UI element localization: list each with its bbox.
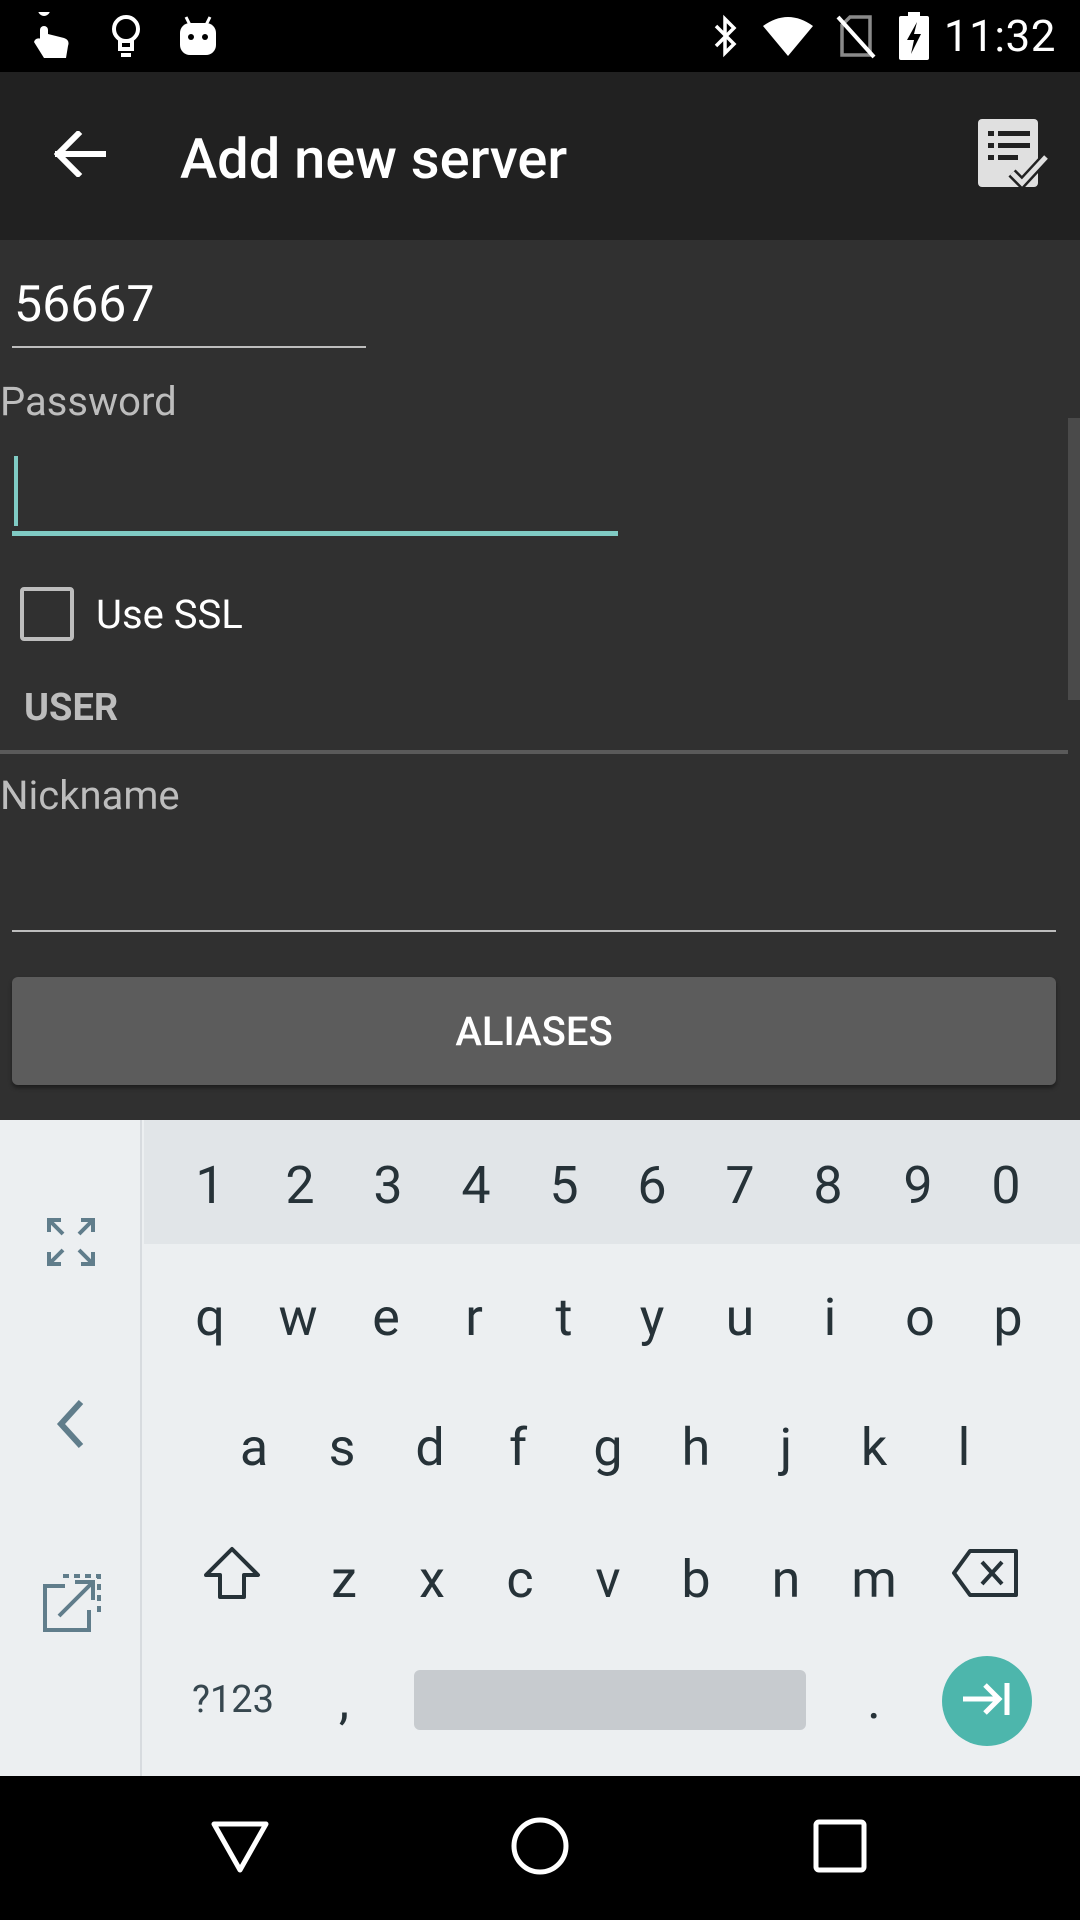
key-v[interactable]: v xyxy=(564,1516,652,1642)
recents-square-icon xyxy=(813,1819,867,1877)
nickname-label: Nickname xyxy=(0,772,180,819)
key-4[interactable]: 4 xyxy=(432,1120,520,1250)
use-ssl-row[interactable]: Use SSL xyxy=(20,584,243,644)
nickname-field[interactable] xyxy=(12,930,1056,932)
nav-home-button[interactable] xyxy=(480,1798,600,1898)
soft-keyboard: 1 2 3 4 5 6 7 8 9 0 q w e r t y u i o p … xyxy=(0,1120,1080,1776)
section-divider xyxy=(0,750,1068,754)
key-b[interactable]: b xyxy=(652,1516,740,1642)
aliases-button[interactable]: ALIASES xyxy=(12,977,1056,1085)
use-ssl-checkbox[interactable] xyxy=(20,587,74,641)
key-h[interactable]: h xyxy=(652,1384,740,1510)
home-circle-icon xyxy=(510,1816,570,1880)
key-r[interactable]: r xyxy=(430,1254,518,1380)
back-button[interactable] xyxy=(40,116,120,196)
password-field-underline xyxy=(12,531,618,536)
nav-back-button[interactable] xyxy=(180,1798,300,1898)
scrollbar[interactable] xyxy=(1068,418,1080,700)
lightbulb-icon xyxy=(106,12,146,60)
key-m[interactable]: m xyxy=(830,1516,918,1642)
key-k[interactable]: k xyxy=(830,1384,918,1510)
key-f[interactable]: f xyxy=(474,1384,562,1510)
key-t[interactable]: t xyxy=(520,1254,608,1380)
key-8[interactable]: 8 xyxy=(784,1120,872,1250)
battery-charging-icon xyxy=(896,12,932,60)
key-n[interactable]: n xyxy=(742,1516,830,1642)
user-section-header: USER xyxy=(24,686,119,730)
bluetooth-icon xyxy=(706,12,746,60)
key-6[interactable]: 6 xyxy=(608,1120,696,1250)
port-field-underline xyxy=(12,346,366,348)
key-d[interactable]: d xyxy=(386,1384,474,1510)
period-key[interactable]: . xyxy=(830,1648,918,1752)
open-external-icon xyxy=(41,1574,101,1638)
key-2[interactable]: 2 xyxy=(256,1120,344,1250)
symbols-key[interactable]: ?123 xyxy=(178,1648,288,1752)
save-button[interactable] xyxy=(970,114,1054,198)
enter-key[interactable] xyxy=(942,1656,1032,1746)
shift-icon xyxy=(202,1545,262,1614)
android-icon xyxy=(176,12,220,60)
password-field[interactable] xyxy=(12,456,618,536)
no-sim-icon xyxy=(834,12,878,60)
key-i[interactable]: i xyxy=(786,1254,874,1380)
key-l[interactable]: l xyxy=(920,1384,1008,1510)
arrow-left-icon xyxy=(53,129,107,181)
status-bar: 11:32 xyxy=(0,0,1080,72)
port-field[interactable]: 56667 xyxy=(14,276,155,334)
key-9[interactable]: 9 xyxy=(874,1120,962,1250)
checklist-save-icon xyxy=(976,117,1050,195)
key-s[interactable]: s xyxy=(298,1384,386,1510)
key-x[interactable]: x xyxy=(388,1516,476,1642)
key-0[interactable]: 0 xyxy=(962,1120,1050,1250)
key-o[interactable]: o xyxy=(876,1254,964,1380)
key-p[interactable]: p xyxy=(964,1254,1052,1380)
key-z[interactable]: z xyxy=(300,1516,388,1642)
key-g[interactable]: g xyxy=(564,1384,652,1510)
status-clock: 11:32 xyxy=(943,10,1056,62)
fullscreen-icon xyxy=(45,1216,97,1272)
text-cursor xyxy=(14,456,18,526)
key-u[interactable]: u xyxy=(696,1254,784,1380)
open-external-key[interactable] xyxy=(0,1556,142,1656)
navigation-bar xyxy=(0,1776,1080,1920)
key-5[interactable]: 5 xyxy=(520,1120,608,1250)
space-key[interactable] xyxy=(414,1670,806,1730)
key-3[interactable]: 3 xyxy=(344,1120,432,1250)
key-j[interactable]: j xyxy=(742,1384,830,1510)
app-bar: Add new server xyxy=(0,72,1080,240)
password-label: Password xyxy=(0,378,177,425)
nav-recents-button[interactable] xyxy=(780,1798,900,1898)
key-y[interactable]: y xyxy=(608,1254,696,1380)
key-7[interactable]: 7 xyxy=(696,1120,784,1250)
back-triangle-icon xyxy=(210,1818,270,1878)
backspace-icon xyxy=(952,1548,1020,1611)
server-form: 56667 Password Use SSL USER Nickname ALI… xyxy=(0,240,1080,1120)
chevron-left-icon xyxy=(55,1398,87,1454)
key-1[interactable]: 1 xyxy=(166,1120,254,1250)
tab-next-icon xyxy=(961,1681,1013,1721)
key-e[interactable]: e xyxy=(342,1254,430,1380)
touch-app-icon xyxy=(28,12,76,60)
fullscreen-key[interactable] xyxy=(0,1194,142,1294)
wifi-icon xyxy=(760,12,816,60)
comma-key[interactable]: , xyxy=(300,1648,388,1752)
key-c[interactable]: c xyxy=(476,1516,564,1642)
key-q[interactable]: q xyxy=(166,1254,254,1380)
page-title: Add new server xyxy=(180,126,568,192)
key-w[interactable]: w xyxy=(254,1254,342,1380)
keyboard-side-panel xyxy=(0,1120,142,1776)
key-a[interactable]: a xyxy=(210,1384,298,1510)
use-ssl-label: Use SSL xyxy=(96,590,243,638)
backspace-key[interactable] xyxy=(942,1516,1030,1642)
cursor-left-key[interactable] xyxy=(0,1376,142,1476)
shift-key[interactable] xyxy=(188,1516,276,1642)
